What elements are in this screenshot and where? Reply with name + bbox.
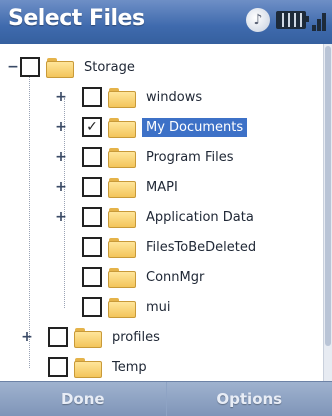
speaker-icon[interactable]: ♪ bbox=[246, 8, 270, 32]
checkbox[interactable] bbox=[48, 357, 68, 377]
folder-icon bbox=[74, 328, 102, 348]
tree-item-my-documents[interactable]: + ✓ My Documents bbox=[55, 112, 248, 142]
folder-icon bbox=[108, 208, 136, 228]
checkbox[interactable] bbox=[82, 177, 102, 197]
folder-icon bbox=[108, 148, 136, 168]
tree-item-connmgr[interactable]: ConnMgr bbox=[82, 262, 208, 292]
expand-icon[interactable]: + bbox=[55, 89, 67, 105]
check-icon: ✓ bbox=[86, 119, 98, 135]
scrollbar-thumb[interactable] bbox=[325, 46, 331, 346]
checkbox[interactable] bbox=[82, 267, 102, 287]
tree-item-profiles[interactable]: + profiles bbox=[21, 322, 164, 352]
vertical-scrollbar[interactable] bbox=[323, 44, 332, 382]
tree-connector bbox=[29, 68, 30, 368]
tree-item-label: FilesToBeDeleted bbox=[146, 239, 257, 255]
softkey-bar: Done Options bbox=[0, 381, 332, 416]
done-softkey[interactable]: Done bbox=[0, 382, 166, 416]
tree-item-label: Application Data bbox=[146, 209, 254, 225]
checkbox[interactable] bbox=[82, 207, 102, 227]
tree-item-program-files[interactable]: + Program Files bbox=[55, 142, 238, 172]
checkbox-checked[interactable]: ✓ bbox=[82, 117, 102, 137]
status-icons: ♪ bbox=[246, 8, 328, 32]
checkbox[interactable] bbox=[82, 147, 102, 167]
checkbox[interactable] bbox=[20, 57, 40, 77]
checkbox[interactable] bbox=[82, 297, 102, 317]
tree-item-application-data[interactable]: + Application Data bbox=[55, 202, 258, 232]
folder-icon bbox=[108, 238, 136, 258]
tree-item-mui[interactable]: mui bbox=[82, 292, 175, 322]
folder-icon bbox=[108, 118, 136, 138]
expand-icon[interactable]: + bbox=[55, 209, 67, 225]
battery-icon[interactable] bbox=[276, 11, 309, 29]
tree-item-label: profiles bbox=[112, 329, 160, 345]
folder-icon bbox=[108, 268, 136, 288]
folder-tree: − Storage + windows + ✓ My Documents + P… bbox=[0, 44, 324, 382]
tree-item-label: Program Files bbox=[146, 149, 234, 165]
tree-item-label: windows bbox=[146, 89, 203, 105]
tree-item-label: Temp bbox=[112, 359, 147, 375]
tree-item-mapi[interactable]: + MAPI bbox=[55, 172, 182, 202]
folder-icon bbox=[108, 178, 136, 198]
expand-icon[interactable]: + bbox=[55, 119, 67, 135]
collapse-icon[interactable]: − bbox=[7, 59, 19, 75]
folder-icon bbox=[74, 358, 102, 378]
expand-icon[interactable]: + bbox=[55, 179, 67, 195]
window-title: Select Files bbox=[8, 6, 145, 31]
tree-item-storage[interactable]: − Storage bbox=[7, 52, 139, 82]
checkbox[interactable] bbox=[82, 237, 102, 257]
checkbox[interactable] bbox=[82, 87, 102, 107]
tree-item-temp[interactable]: Temp bbox=[48, 352, 151, 382]
folder-icon bbox=[108, 298, 136, 318]
tree-item-label: ConnMgr bbox=[146, 269, 205, 285]
tree-item-label: My Documents bbox=[142, 117, 248, 137]
tree-item-label: mui bbox=[146, 299, 171, 315]
tree-item-windows[interactable]: + windows bbox=[55, 82, 206, 112]
options-softkey[interactable]: Options bbox=[165, 382, 332, 416]
tree-item-label: MAPI bbox=[146, 179, 178, 195]
tree-item-label: Storage bbox=[84, 59, 135, 75]
folder-icon bbox=[108, 88, 136, 108]
expand-icon[interactable]: + bbox=[55, 149, 67, 165]
folder-icon bbox=[46, 58, 74, 78]
expand-icon[interactable]: + bbox=[21, 329, 33, 345]
tree-item-filestobedeleted[interactable]: FilesToBeDeleted bbox=[82, 232, 260, 262]
signal-icon[interactable] bbox=[312, 9, 328, 31]
title-bar: Select Files ♪ bbox=[0, 0, 332, 45]
checkbox[interactable] bbox=[48, 327, 68, 347]
